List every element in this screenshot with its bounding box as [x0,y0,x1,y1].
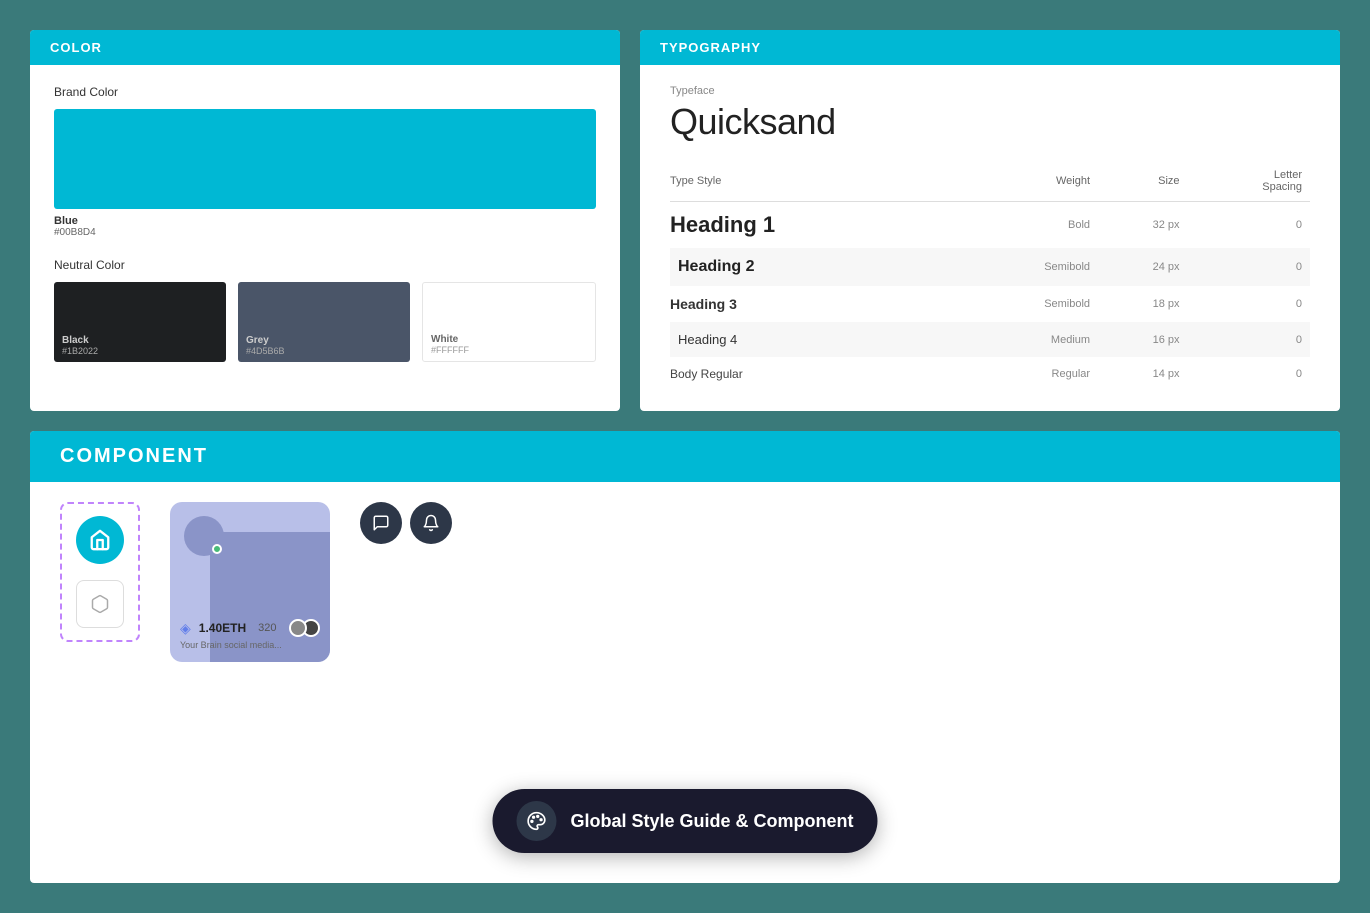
brand-color-swatch [54,109,596,209]
eth-caption: Your Brain social media... [180,640,320,650]
body-ls: 0 [1188,357,1310,391]
bell-icon-button[interactable] [410,502,452,544]
col-weight: Weight [960,163,1098,202]
grey-swatch-name: Grey [246,335,285,346]
h4-size: 16 px [1098,322,1188,357]
table-row: Heading 4 Medium 16 px 0 [670,322,1310,357]
token-dots [289,619,320,637]
color-panel: COLOR Brand Color Blue #00B8D4 Neutral C… [30,30,620,411]
table-row: Body Regular Regular 14 px 0 [670,357,1310,391]
white-swatch-label: White #FFFFFF [431,334,469,355]
home-nav-icon[interactable] [76,516,124,564]
h2-size: 24 px [1098,248,1188,286]
online-indicator [212,544,222,554]
card-component: ◈ 1.40ETH 320 Your Brain social media... [170,502,330,662]
icon-buttons-column [360,502,452,544]
grey-swatch: Grey #4D5B6B [238,282,410,362]
h4-weight: Medium [960,322,1098,357]
eth-count: 320 [258,622,276,634]
color-panel-body: Brand Color Blue #00B8D4 Neutral Color B… [30,65,620,382]
white-swatch-hex: #FFFFFF [431,345,469,355]
type-h3: Heading 3 [670,286,960,322]
h3-ls: 0 [1188,286,1310,322]
body-weight: Regular [960,357,1098,391]
typography-panel-header: TYPOGRAPHY [640,30,1340,65]
white-swatch-name: White [431,334,469,345]
h2-ls: 0 [1188,248,1310,286]
h1-ls: 0 [1188,202,1310,249]
grey-swatch-label: Grey #4D5B6B [246,335,285,356]
top-row: COLOR Brand Color Blue #00B8D4 Neutral C… [30,30,1340,411]
table-row: Heading 2 Semibold 24 px 0 [670,248,1310,286]
chat-icon-button[interactable] [360,502,402,544]
badge-text: Global Style Guide & Component [570,811,853,832]
h1-weight: Bold [960,202,1098,249]
brand-color-label: Brand Color [54,85,596,99]
color-panel-title: COLOR [50,40,102,55]
h3-size: 18 px [1098,286,1188,322]
h1-size: 32 px [1098,202,1188,249]
brand-color-hex: #00B8D4 [54,227,96,238]
brand-swatch-label: Blue #00B8D4 [54,215,596,238]
grey-swatch-hex: #4D5B6B [246,346,285,356]
cube-nav-icon[interactable] [76,580,124,628]
table-row: Heading 3 Semibold 18 px 0 [670,286,1310,322]
black-swatch-hex: #1B2022 [62,346,98,356]
typeface-label: Typeface [670,85,1310,97]
type-style-table: Type Style Weight Size LetterSpacing Hea… [670,163,1310,391]
avatar [184,516,224,556]
body-size: 14 px [1098,357,1188,391]
component-panel: COMPONENT [30,431,1340,883]
black-swatch-label: Black #1B2022 [62,335,98,356]
brand-color-name: Blue [54,215,78,227]
typeface-name: Quicksand [670,101,1310,143]
table-row: Heading 1 Bold 32 px 0 [670,202,1310,249]
eth-amount: 1.40ETH [199,621,246,635]
typography-panel-body: Typeface Quicksand Type Style Weight Siz… [640,65,1340,411]
component-body: ◈ 1.40ETH 320 Your Brain social media... [30,482,1340,682]
col-letter-spacing: LetterSpacing [1188,163,1310,202]
h4-ls: 0 [1188,322,1310,357]
eth-info: ◈ 1.40ETH 320 Your Brain social media... [180,619,320,650]
typography-panel-title: TYPOGRAPHY [660,40,761,55]
global-badge: Global Style Guide & Component [492,789,877,853]
token-dot-1 [289,619,307,637]
col-size: Size [1098,163,1188,202]
icon-buttons-row [360,502,452,544]
col-type-style: Type Style [670,163,960,202]
eth-row: ◈ 1.40ETH 320 [180,619,320,637]
black-swatch: Black #1B2022 [54,282,226,362]
component-title: COMPONENT [60,445,208,467]
badge-palette-icon [516,801,556,841]
neutral-color-label: Neutral Color [54,258,596,272]
nav-sidebar-component [60,502,140,642]
black-swatch-name: Black [62,335,98,346]
neutral-color-row: Black #1B2022 Grey #4D5B6B White # [54,282,596,362]
type-h2: Heading 2 [670,248,960,286]
component-header: COMPONENT [30,431,1340,482]
type-body: Body Regular [670,357,960,391]
type-h4: Heading 4 [670,322,960,357]
h3-weight: Semibold [960,286,1098,322]
avatar-wrapper [184,516,224,556]
main-container: COLOR Brand Color Blue #00B8D4 Neutral C… [0,0,1370,913]
h2-weight: Semibold [960,248,1098,286]
typography-panel: TYPOGRAPHY Typeface Quicksand Type Style… [640,30,1340,411]
white-swatch: White #FFFFFF [422,282,596,362]
color-panel-header: COLOR [30,30,620,65]
eth-icon: ◈ [180,620,191,637]
type-h1: Heading 1 [670,202,960,249]
